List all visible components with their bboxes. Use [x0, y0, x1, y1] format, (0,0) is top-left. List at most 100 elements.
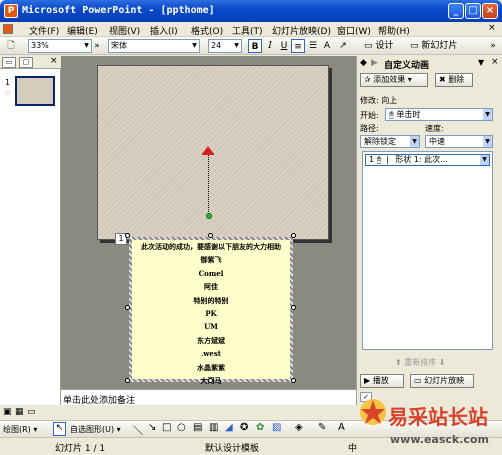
- slideshow-button[interactable]: ▭ 幻灯片放映: [410, 374, 474, 388]
- move-up-icon: ⬆: [395, 358, 402, 367]
- menu-insert[interactable]: 插入(I): [150, 24, 178, 37]
- chevron-down-icon: ▼: [483, 109, 492, 120]
- close-document-icon[interactable]: ×: [488, 23, 496, 33]
- textbox-line: 阿佳: [204, 282, 218, 292]
- add-effect-button[interactable]: ✰ 添加效果 ▾: [360, 73, 428, 87]
- reorder-row[interactable]: ⬆ 重新排序 ⬇: [395, 357, 446, 368]
- increase-font-icon[interactable]: A: [320, 39, 334, 53]
- vertical-text-icon[interactable]: ▥: [209, 422, 218, 433]
- chevron-down-icon: ▼: [234, 42, 239, 49]
- menu-format[interactable]: 格式(O): [191, 24, 223, 37]
- path-start-marker[interactable]: [206, 213, 212, 219]
- animation-list[interactable]: 1 🖰 | 形状 1: 此次... ▼: [362, 151, 493, 350]
- document-icon[interactable]: [3, 24, 13, 34]
- chevron-down-icon[interactable]: ▼: [480, 155, 489, 165]
- menu-help[interactable]: 帮助(H): [378, 24, 410, 37]
- resize-handle[interactable]: [291, 305, 296, 310]
- picture-icon[interactable]: ▨: [272, 422, 281, 433]
- move-down-icon: ⬇: [438, 358, 446, 367]
- select-pointer-icon[interactable]: ↖: [53, 422, 66, 436]
- design-button[interactable]: ▭ 设计: [364, 39, 406, 53]
- menu-edit[interactable]: 编辑(E): [67, 24, 98, 37]
- start-combo[interactable]: 🖰 单击时 ▼: [385, 108, 493, 121]
- play-button[interactable]: ▶ 播放: [360, 374, 404, 388]
- menu-tools[interactable]: 工具(T): [232, 24, 263, 37]
- watermark-url: www.easck.com: [390, 433, 489, 446]
- draw-menu[interactable]: 绘图(R) ▾: [3, 424, 37, 435]
- fill-color-icon[interactable]: ◈: [295, 422, 303, 433]
- clipart-icon[interactable]: ✿: [256, 422, 264, 433]
- animation-list-item[interactable]: 1 🖰 | 形状 1: 此次... ▼: [365, 154, 490, 166]
- close-button[interactable]: ×: [482, 3, 498, 19]
- task-pane-title: 自定义动画: [384, 61, 430, 71]
- textbox-line: PK: [205, 309, 217, 319]
- close-panel-icon[interactable]: ×: [50, 56, 58, 66]
- font-size-combo[interactable]: 24 ▼: [208, 39, 242, 53]
- new-slide-button[interactable]: ▭ 新幻灯片: [410, 39, 470, 53]
- chevron-down-icon: ▼: [483, 136, 492, 147]
- align-justify-icon[interactable]: ☰: [306, 39, 320, 53]
- slides-tab-icon[interactable]: ▢: [19, 57, 33, 68]
- underline-button[interactable]: U: [277, 39, 291, 53]
- slideshow-view-icon[interactable]: ▭: [27, 407, 36, 417]
- textbox-line: UM: [204, 322, 218, 332]
- notes-placeholder: 单击此处添加备注: [63, 396, 136, 406]
- resize-handle[interactable]: [291, 378, 296, 383]
- remove-button[interactable]: ✖ 删除: [435, 73, 473, 87]
- toolbar-options-icon[interactable]: »: [486, 39, 500, 53]
- menu-view[interactable]: 视图(V): [109, 24, 140, 37]
- bold-button[interactable]: B: [248, 39, 262, 53]
- menu-window[interactable]: 窗口(W): [337, 24, 371, 37]
- resize-handle[interactable]: [125, 378, 130, 383]
- slide-thumbnail[interactable]: [15, 76, 55, 106]
- minimize-button[interactable]: _: [448, 3, 464, 19]
- rectangle-tool-icon[interactable]: □: [162, 422, 171, 433]
- line-color-icon[interactable]: ✎: [318, 422, 326, 433]
- menu-slideshow[interactable]: 幻灯片放映(D): [272, 24, 331, 37]
- star-icon: ✰: [364, 75, 371, 84]
- resize-handle[interactable]: [208, 378, 213, 383]
- textbox-line: Comel: [198, 268, 224, 278]
- autoshapes-menu[interactable]: 自选图形(U) ▾: [70, 424, 121, 435]
- title-bar: P Microsoft PowerPoint - [ppthome] _ □ ×: [0, 0, 502, 22]
- oval-tool-icon[interactable]: ○: [177, 422, 186, 433]
- path-end-bar: [202, 153, 214, 155]
- toolbar-options-icon[interactable]: »: [93, 39, 101, 53]
- textbox-line: 水晶紫紫: [197, 362, 225, 372]
- align-center-icon[interactable]: ≡: [291, 39, 305, 53]
- chevron-down-icon: ▾: [33, 425, 38, 434]
- path-combo[interactable]: 解除锁定 ▼: [360, 135, 420, 148]
- font-color-icon[interactable]: A: [338, 422, 345, 433]
- wordart-icon[interactable]: ◢: [225, 422, 233, 433]
- textbox-tool-icon[interactable]: ▤: [193, 422, 202, 433]
- powerpoint-icon[interactable]: P: [4, 4, 18, 18]
- resize-handle[interactable]: [208, 233, 213, 238]
- new-document-icon[interactable]: 🗋: [4, 39, 18, 53]
- diagram-icon[interactable]: ✪: [240, 422, 248, 433]
- back-icon[interactable]: ◆: [360, 58, 367, 68]
- resize-handle[interactable]: [125, 305, 130, 310]
- normal-view-icon[interactable]: ▣: [3, 407, 12, 417]
- line-tool-icon[interactable]: ＼: [133, 422, 143, 437]
- outline-tab-icon[interactable]: ▭: [2, 57, 16, 68]
- slide-sorter-icon[interactable]: ▦: [15, 407, 24, 417]
- arrow-tool-icon[interactable]: ↘: [148, 422, 156, 433]
- language-indicator: 中: [348, 444, 358, 454]
- forward-icon[interactable]: ▶: [371, 58, 378, 68]
- maximize-button[interactable]: □: [465, 3, 481, 19]
- zoom-combo[interactable]: 33% ▼: [28, 39, 92, 53]
- speed-combo[interactable]: 中速 ▼: [425, 135, 493, 148]
- font-combo[interactable]: 宋体 ▼: [108, 39, 200, 53]
- close-task-pane-icon[interactable]: ×: [491, 57, 499, 67]
- resize-handle[interactable]: [291, 233, 296, 238]
- font-color-icon[interactable]: ↗: [336, 39, 350, 53]
- task-pane-menu-icon[interactable]: ▼: [478, 58, 484, 67]
- notes-pane[interactable]: 单击此处添加备注: [61, 389, 356, 406]
- menu-file[interactable]: 文件(F): [29, 24, 59, 37]
- italic-button[interactable]: I: [263, 39, 277, 53]
- motion-path[interactable]: [208, 154, 209, 216]
- resize-handle[interactable]: [125, 233, 130, 238]
- chevron-down-icon: ▼: [410, 136, 419, 147]
- text-box[interactable]: 此次活动的成功，要感谢以下朋友的大力相助 御紫飞 Comel 阿佳 特别的特别 …: [129, 237, 293, 385]
- menu-bar: 文件(F) 编辑(E) 视图(V) 插入(I) 格式(O) 工具(T) 幻灯片放…: [0, 22, 502, 37]
